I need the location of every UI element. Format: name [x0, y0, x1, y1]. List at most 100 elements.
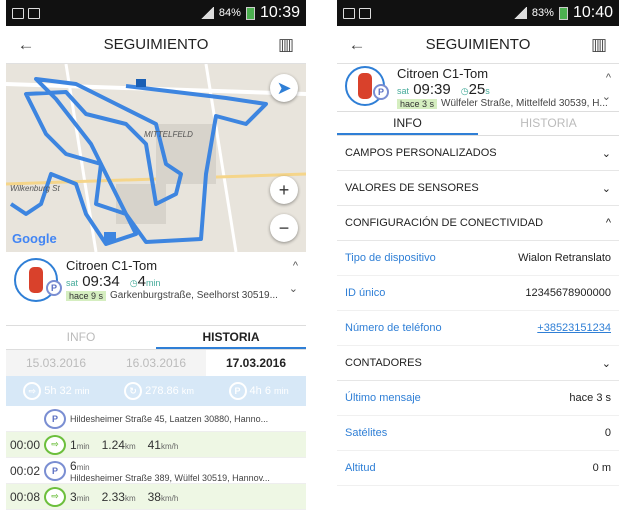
unit-header[interactable]: P Citroen C1-Tom sat 09:34 ◷4min hace 9 … — [6, 252, 306, 326]
unit-name: Citroen C1-Tom — [66, 258, 158, 273]
message-age-badge: hace 3 s — [397, 98, 438, 109]
history-row-trip[interactable]: 00:00 ⇨ 1min 1.24km 41km/h — [6, 432, 306, 458]
zoom-in-button[interactable]: + — [270, 176, 298, 204]
tab-info[interactable]: INFO — [337, 112, 478, 135]
message-age-badge: hace 9 s — [66, 290, 107, 301]
plus-icon: + — [278, 179, 290, 200]
google-logo: Google — [12, 231, 57, 246]
chevron-down-icon[interactable]: ⌄ — [602, 90, 611, 103]
date-tab-selected[interactable]: 17.03.2016 — [206, 350, 306, 376]
signal-icon — [512, 7, 527, 19]
trip-icon: ⇨ — [23, 382, 42, 400]
notification-icon — [343, 7, 355, 19]
history-row-trip[interactable]: 00:08 ⇨ 3min 2.33km 38km/h — [6, 484, 306, 510]
chevron-down-icon: ⌄ — [601, 357, 611, 370]
history-row-parking[interactable]: P Hildesheimer Straße 45, Laatzen 30880,… — [6, 406, 306, 432]
map-label-district: MITTELFELD — [144, 130, 193, 139]
trip-duration: 3min — [70, 489, 90, 504]
unit-name: Citroen C1-Tom — [397, 66, 489, 81]
trip-marker-icon: ⇨ — [44, 434, 66, 455]
row-time: 00:08 — [10, 489, 41, 504]
map-view-icon[interactable]: ▥ — [276, 35, 296, 55]
mileage-icon: ↻ — [124, 382, 143, 400]
parking-marker-icon: P — [44, 408, 66, 429]
image-icon — [359, 7, 371, 19]
car-icon: P — [345, 66, 389, 106]
last-message-time: sat 09:39 — [397, 81, 451, 98]
app-bar: ← SEGUIMIENTO ▥ — [6, 26, 306, 64]
unit-address: Garkenburgstraße, Seelhorst 30519... — [110, 290, 278, 301]
trip-distance: 2.33km — [101, 489, 136, 504]
minus-icon: − — [278, 217, 290, 238]
section-custom-fields[interactable]: CAMPOS PERSONALIZADOS ⌄ — [337, 136, 619, 171]
state-duration: ◷4min — [129, 273, 161, 290]
section-counters[interactable]: CONTADORES ⌄ — [337, 346, 619, 381]
row-time: 00:02 — [10, 463, 41, 478]
altitude-row: Altitud 0 m — [337, 451, 619, 486]
page-title: SEGUIMIENTO — [103, 36, 209, 53]
tab-bar: INFO HISTORIA — [337, 112, 619, 136]
status-bar: 83% 10:40 — [337, 0, 619, 26]
parking-marker-icon: P — [44, 460, 66, 481]
phone-number-row: Número de teléfono +38523151234 — [337, 311, 619, 346]
page-title: SEGUIMIENTO — [425, 36, 531, 53]
image-icon — [28, 7, 40, 19]
section-connectivity[interactable]: CONFIGURACIÓN DE CONECTIVIDAD ^ — [337, 206, 619, 241]
unique-id-row: ID único 12345678900000 — [337, 276, 619, 311]
chevron-up-icon[interactable]: ^ — [606, 72, 611, 84]
navigation-arrow-icon: ➤ — [276, 77, 292, 98]
history-row-parking[interactable]: 00:02 P 6min Hildesheimer Straße 389, Wü… — [6, 458, 306, 484]
clock-icon: ◷ — [129, 278, 138, 288]
car-icon: P — [14, 258, 62, 302]
chevron-down-icon: ⌄ — [601, 182, 611, 195]
back-arrow-icon[interactable]: ← — [347, 35, 367, 55]
tab-history[interactable]: HISTORIA — [156, 326, 306, 349]
map-view[interactable]: MITTELFELD Wilkenburg St ➤ + − Google — [6, 64, 306, 252]
clock: 10:39 — [259, 4, 300, 21]
trip-speed: 41km/h — [147, 437, 179, 452]
state-duration: ◷25s — [460, 81, 490, 98]
phone-number-link[interactable]: +38523151234 — [537, 322, 611, 334]
map-canvas — [6, 64, 306, 252]
unit-header[interactable]: P Citroen C1-Tom sat 09:39 ◷25s hace 3 s… — [337, 64, 619, 112]
trip-speed: 38km/h — [147, 489, 179, 504]
clock-icon: ◷ — [460, 86, 469, 96]
zoom-out-button[interactable]: − — [270, 214, 298, 242]
row-time: 00:00 — [10, 437, 41, 452]
day-summary: ⇨ 5h 32 min ↻ 278.86 km P 4h 6 min — [6, 376, 306, 406]
phone-left: 84% 10:39 ← SEGUIMIENTO ▥ MITTELFELD Wil… — [6, 0, 306, 526]
last-message-row: Último mensaje hace 3 s — [337, 381, 619, 416]
device-type-row: Tipo de dispositivo Wialon Retranslato — [337, 241, 619, 276]
section-sensor-values[interactable]: VALORES DE SENSORES ⌄ — [337, 171, 619, 206]
battery-icon — [558, 6, 568, 20]
back-arrow-icon[interactable]: ← — [16, 35, 36, 55]
signal-icon — [199, 7, 214, 19]
trip-duration: 1min — [70, 437, 90, 452]
trip-marker-icon: ⇨ — [44, 486, 66, 507]
map-view-icon[interactable]: ▥ — [589, 35, 609, 55]
chevron-down-icon[interactable]: ⌄ — [289, 282, 298, 295]
tab-history[interactable]: HISTORIA — [478, 112, 619, 135]
clock: 10:40 — [572, 4, 613, 21]
satellites-row: Satélites 0 — [337, 416, 619, 451]
notification-icon — [12, 7, 24, 19]
parking-address: Hildesheimer Straße 45, Laatzen 30880, H… — [70, 413, 269, 424]
battery-icon — [245, 6, 255, 20]
phone-right: 83% 10:40 ← SEGUIMIENTO ▥ P Citroen C1-T… — [337, 0, 619, 526]
chevron-up-icon[interactable]: ^ — [293, 260, 298, 272]
date-tab[interactable]: 15.03.2016 — [6, 356, 106, 370]
parking-icon: P — [228, 382, 247, 400]
locate-button[interactable]: ➤ — [270, 74, 298, 102]
date-tab[interactable]: 16.03.2016 — [106, 356, 206, 370]
tab-info[interactable]: INFO — [6, 326, 156, 349]
chevron-down-icon: ⌄ — [601, 147, 611, 160]
parking-badge-icon: P — [46, 280, 62, 296]
date-selector: 15.03.2016 16.03.2016 17.03.2016 — [6, 350, 306, 376]
parking-badge-icon: P — [373, 84, 389, 100]
parking-duration: 6min — [70, 458, 90, 473]
tab-bar: INFO HISTORIA — [6, 326, 306, 350]
chevron-up-icon: ^ — [605, 217, 611, 229]
battery-percent: 83% — [531, 7, 554, 19]
last-message-time: sat 09:34 — [66, 273, 120, 290]
battery-percent: 84% — [218, 7, 241, 19]
